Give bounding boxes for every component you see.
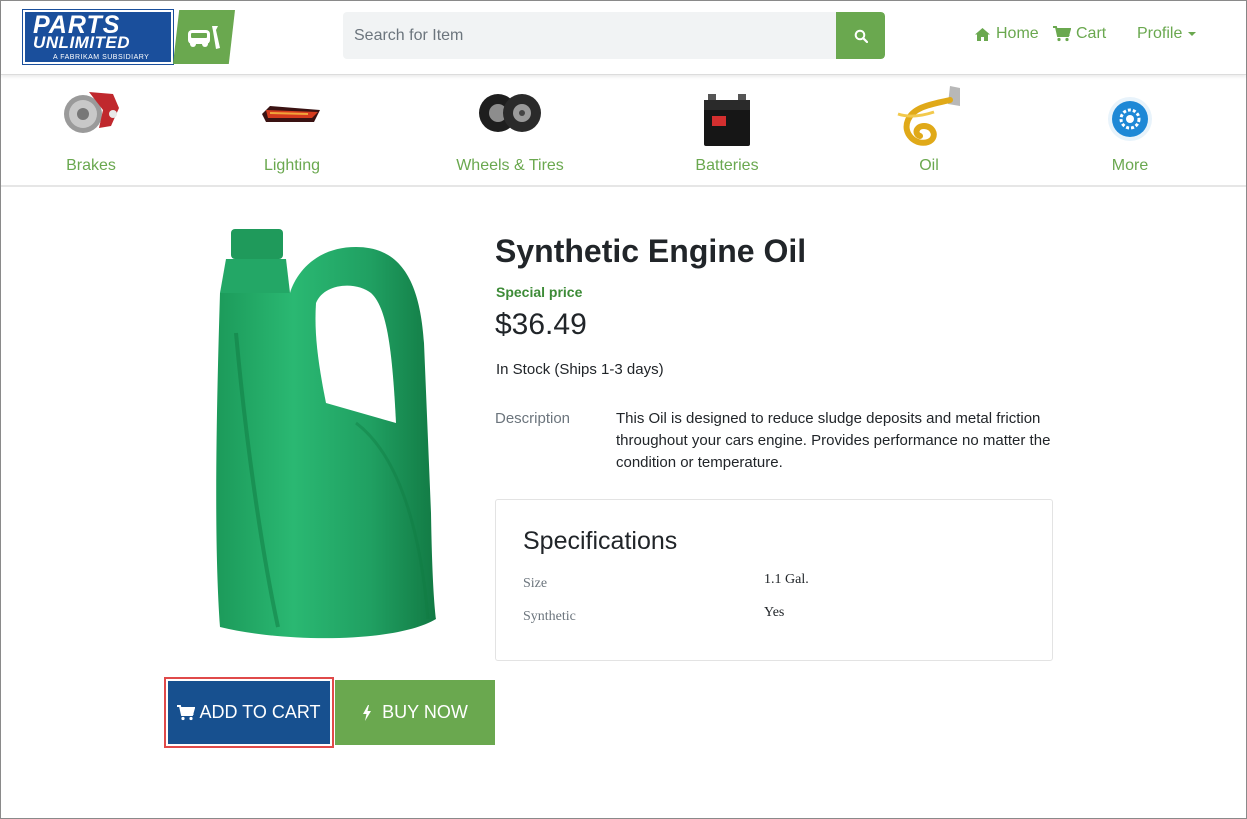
logo-tagline: A FABRIKAM SUBSIDIARY — [53, 54, 150, 61]
stock-status: In Stock (Ships 1-3 days) — [496, 361, 664, 378]
parts-unlimited-logo[interactable]: PARTS UNLIMITED A FABRIKAM SUBSIDIARY — [22, 9, 235, 65]
nav-cart[interactable]: Cart — [1053, 25, 1106, 43]
buy-now-label: BUY NOW — [382, 702, 468, 722]
product-title: Synthetic Engine Oil — [495, 233, 807, 269]
spec-key-synthetic: Synthetic — [523, 609, 576, 624]
product-price: $36.49 — [495, 308, 587, 341]
car-wrench-icon — [188, 26, 220, 49]
more-image — [1108, 97, 1152, 141]
category-label: Wheels & Tires — [456, 157, 564, 174]
lighting-image — [262, 106, 320, 122]
logo-name-line2: UNLIMITED — [33, 33, 131, 52]
buy-now-button[interactable]: BUY NOW — [335, 680, 495, 745]
top-header: PARTS UNLIMITED A FABRIKAM SUBSIDIARY Ho… — [1, 1, 1246, 75]
category-label: Brakes — [66, 157, 116, 174]
nav-home[interactable]: Home — [974, 25, 1039, 43]
spec-key-size: Size — [523, 576, 548, 591]
add-to-cart-label: ADD TO CART — [199, 702, 321, 722]
home-icon — [975, 27, 990, 41]
wheels-image — [479, 94, 541, 132]
category-label: Lighting — [263, 157, 321, 174]
cart-icon — [1053, 26, 1071, 42]
oil-image — [897, 86, 960, 146]
special-price-label: Special price — [496, 284, 583, 300]
logo-blue-panel: PARTS UNLIMITED A FABRIKAM SUBSIDIARY — [22, 9, 174, 65]
caret-down-icon — [1188, 32, 1197, 36]
specifications-card: Specifications Size 1.1 Gal. Synthetic Y… — [495, 499, 1053, 661]
search-input[interactable] — [343, 12, 836, 59]
nav-profile-label: Profile — [1137, 25, 1183, 42]
category-batteries[interactable]: Batteries — [657, 76, 797, 184]
brakes-image — [64, 92, 119, 133]
category-label: Oil — [919, 157, 939, 174]
nav-cart-label: Cart — [1076, 25, 1107, 42]
category-label: Batteries — [695, 157, 759, 174]
search-icon — [854, 29, 868, 43]
battery-image — [704, 94, 750, 146]
spec-value-synthetic: Yes — [764, 605, 785, 620]
category-label: More — [1111, 157, 1149, 174]
product-image-oil-bottle — [216, 229, 436, 639]
category-oil[interactable]: Oil — [859, 76, 999, 184]
category-wheels-tires[interactable]: Wheels & Tires — [440, 76, 580, 184]
search-button[interactable] — [836, 12, 885, 59]
add-to-cart-button[interactable]: ADD TO CART — [164, 677, 334, 748]
specifications-title: Specifications — [523, 527, 678, 555]
description-text: This Oil is designed to reduce sludge de… — [616, 410, 1051, 471]
category-bar: Brakes Lighting Wheels & Tires Batteries — [1, 76, 1246, 187]
cart-icon — [177, 704, 196, 720]
search-bar — [343, 12, 885, 59]
add-to-cart-inner: ADD TO CART — [168, 681, 330, 744]
nav-profile-dropdown[interactable]: Profile — [1137, 25, 1197, 43]
spec-value-size: 1.1 Gal. — [764, 572, 809, 587]
description-label: Description — [495, 410, 571, 427]
category-brakes[interactable]: Brakes — [21, 76, 161, 184]
category-lighting[interactable]: Lighting — [222, 76, 362, 184]
nav-home-label: Home — [996, 25, 1039, 42]
category-more[interactable]: More — [1060, 76, 1200, 184]
lightning-icon — [363, 704, 372, 721]
